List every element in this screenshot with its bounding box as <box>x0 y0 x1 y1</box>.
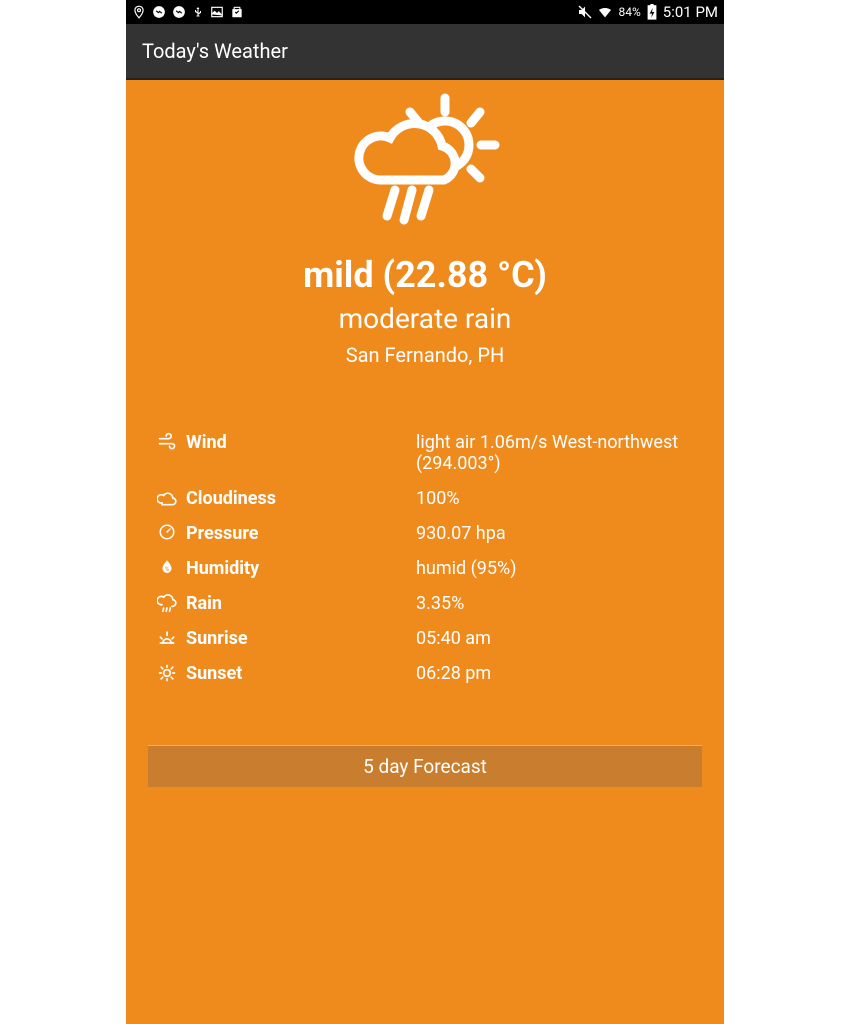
wind-icon <box>154 432 180 452</box>
row-cloudiness: Cloudiness 100% <box>154 481 696 516</box>
label-wind: Wind <box>180 432 416 453</box>
humidity-icon: % <box>154 558 180 576</box>
value-sunset: 06:28 pm <box>416 663 696 684</box>
value-wind: light air 1.06m/s West-northwest (294.00… <box>416 432 696 474</box>
chat-icon <box>152 5 166 19</box>
wifi-icon <box>597 4 613 20</box>
image-icon <box>210 5 224 19</box>
sunrise-icon <box>154 628 180 648</box>
app-bar: Today's Weather <box>126 24 724 80</box>
row-wind: Wind light air 1.06m/s West-northwest (2… <box>154 425 696 481</box>
main-content: mild (22.88 °C) moderate rain San Fernan… <box>126 80 724 1024</box>
label-sunset: Sunset <box>180 663 416 684</box>
weather-location: San Fernando, PH <box>346 343 504 367</box>
label-sunrise: Sunrise <box>180 628 416 649</box>
value-pressure: 930.07 hpa <box>416 523 696 544</box>
forecast-button-label: 5 day Forecast <box>363 755 487 778</box>
value-rain: 3.35% <box>416 593 696 614</box>
sunset-icon <box>154 663 180 683</box>
row-rain: Rain 3.35% <box>154 586 696 621</box>
battery-percent: 84% <box>619 5 641 19</box>
usb-icon <box>192 5 204 19</box>
chat-icon-2 <box>172 5 186 19</box>
row-sunrise: Sunrise 05:40 am <box>154 621 696 656</box>
battery-charging-icon <box>647 4 657 20</box>
row-pressure: Pressure 930.07 hpa <box>154 516 696 551</box>
app-title: Today's Weather <box>142 39 288 63</box>
label-pressure: Pressure <box>180 523 416 544</box>
device-frame: 84% 5:01 PM Today's Weather <box>126 0 724 1024</box>
label-rain: Rain <box>180 593 416 614</box>
temperature-headline: mild (22.88 °C) <box>303 254 547 296</box>
weather-condition: moderate rain <box>339 302 512 335</box>
weather-details: Wind light air 1.06m/s West-northwest (2… <box>126 425 724 691</box>
value-cloudiness: 100% <box>416 488 696 509</box>
status-bar: 84% 5:01 PM <box>126 0 724 24</box>
mute-icon <box>577 4 593 20</box>
status-clock: 5:01 PM <box>663 3 718 21</box>
label-humidity: Humidity <box>180 558 416 579</box>
pressure-icon <box>154 523 180 541</box>
svg-text:%: % <box>165 566 170 573</box>
value-sunrise: 05:40 am <box>416 628 696 649</box>
cloud-icon <box>154 488 180 508</box>
forecast-button[interactable]: 5 day Forecast <box>148 745 702 787</box>
store-icon <box>230 5 244 19</box>
row-humidity: % Humidity humid (95%) <box>154 551 696 586</box>
rain-icon <box>154 593 180 613</box>
value-humidity: humid (95%) <box>416 558 696 579</box>
location-pin-icon <box>132 5 146 19</box>
label-cloudiness: Cloudiness <box>180 488 416 509</box>
weather-rain-sun-icon <box>340 90 510 244</box>
row-sunset: Sunset 06:28 pm <box>154 656 696 691</box>
